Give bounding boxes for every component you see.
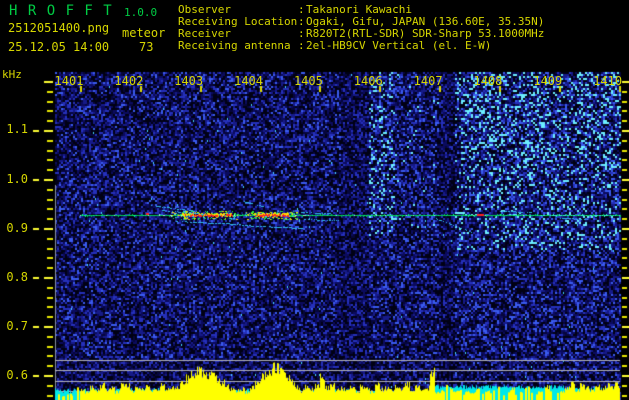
info-label: Receiving antenna — [178, 39, 291, 52]
echo-count-label: 73 — [139, 40, 154, 54]
info-separator: : — [298, 39, 305, 52]
info-value: 2el-HB9CV Vertical (el. E-W) — [306, 39, 492, 52]
freq-tick-label: 0.6 — [6, 367, 28, 382]
datetime-label: 25.12.05 14:00 — [8, 40, 110, 54]
time-tick-label: 1407 — [413, 74, 443, 88]
freq-tick-label: 0.7 — [6, 318, 28, 333]
app-title: H R O F F T — [9, 3, 113, 19]
app-version: 1.0.0 — [124, 6, 158, 19]
freq-tick-label: 0.9 — [6, 220, 28, 235]
time-tick-label: 1403 — [174, 74, 204, 88]
time-tick-label: 1406 — [353, 74, 383, 88]
time-tick-label: 1408 — [473, 74, 503, 88]
info-row-antenna: Receiving antenna:2el-HB9CV Vertical (el… — [178, 40, 544, 52]
freq-tick-label: 1.0 — [6, 171, 28, 186]
hrofft-window: H R O F F T 1.0.0 2512051400.png meteor … — [0, 0, 629, 400]
time-tick-label: 1401 — [54, 74, 84, 88]
time-tick-label: 1402 — [114, 74, 144, 88]
spectrogram-canvas — [0, 0, 629, 400]
time-tick-label: 1404 — [234, 74, 263, 88]
freq-unit-label: kHz — [2, 68, 22, 81]
mode-label: meteor — [122, 26, 166, 40]
freq-tick-label: 1.1 — [6, 122, 28, 136]
freq-tick-label: 0.8 — [6, 269, 28, 284]
time-tick-label: 1410 — [593, 74, 623, 88]
time-tick-label: 1405 — [293, 74, 323, 88]
time-tick-label: 1409 — [533, 74, 563, 88]
filename-label: 2512051400.png — [8, 21, 110, 35]
station-info: Observer:Takanori Kawachi Receiving Loca… — [178, 4, 544, 52]
